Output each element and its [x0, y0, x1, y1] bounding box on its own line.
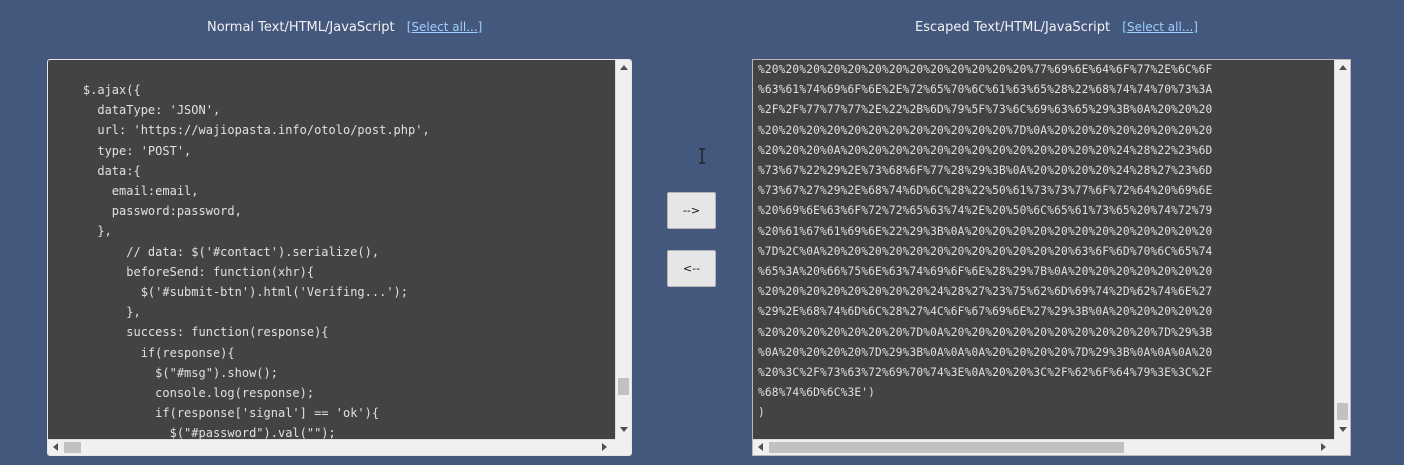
scroll-right-arrow-icon[interactable] — [602, 443, 607, 451]
scroll-up-arrow-icon[interactable] — [620, 65, 628, 70]
scroll-right-arrow-icon[interactable] — [1321, 443, 1326, 451]
scroll-left-arrow-icon[interactable] — [758, 443, 763, 451]
normal-text-horizontal-scrollbar[interactable] — [48, 439, 615, 455]
scroll-left-arrow-icon[interactable] — [53, 443, 58, 451]
escape-button[interactable]: --> — [667, 192, 716, 229]
escaped-text-horizontal-scrollbar[interactable] — [753, 439, 1334, 455]
scrollbar-corner — [615, 439, 631, 455]
horizontal-scroll-thumb[interactable] — [64, 442, 81, 453]
scrollbar-corner — [1334, 439, 1350, 455]
normal-text-header: Normal Text/HTML/JavaScript [Select all.… — [207, 20, 482, 40]
vertical-scroll-thumb[interactable] — [618, 378, 629, 395]
escaped-text-content: %20%20%20%20%20%20%20%20%20%20%20%20%20%… — [758, 63, 1213, 420]
normal-text-content: $.ajax({ dataType: 'JSON', url: 'https:/… — [82, 83, 430, 441]
escaped-text-title: Escaped Text/HTML/JavaScript — [915, 20, 1111, 35]
select-all-normal-link[interactable]: [Select all...] — [407, 20, 483, 34]
escaped-text-textarea[interactable]: %20%20%20%20%20%20%20%20%20%20%20%20%20%… — [752, 59, 1351, 456]
text-cursor-icon — [699, 148, 705, 164]
escaped-text-header: Escaped Text/HTML/JavaScript [Select all… — [915, 20, 1198, 40]
normal-text-textarea[interactable]: $.ajax({ dataType: 'JSON', url: 'https:/… — [47, 59, 632, 456]
scroll-down-arrow-icon[interactable] — [620, 427, 628, 432]
horizontal-scroll-thumb[interactable] — [769, 442, 1124, 453]
escape-tool-page: Normal Text/HTML/JavaScript [Select all.… — [0, 0, 1404, 465]
scroll-down-arrow-icon[interactable] — [1339, 427, 1347, 432]
normal-text-title: Normal Text/HTML/JavaScript — [207, 20, 395, 35]
scroll-up-arrow-icon[interactable] — [1339, 65, 1347, 70]
escaped-text-vertical-scrollbar[interactable] — [1334, 60, 1350, 439]
unescape-button[interactable]: <-- — [667, 250, 716, 287]
normal-text-vertical-scrollbar[interactable] — [615, 60, 631, 439]
vertical-scroll-thumb[interactable] — [1337, 403, 1348, 420]
select-all-escaped-link[interactable]: [Select all...] — [1122, 20, 1198, 34]
